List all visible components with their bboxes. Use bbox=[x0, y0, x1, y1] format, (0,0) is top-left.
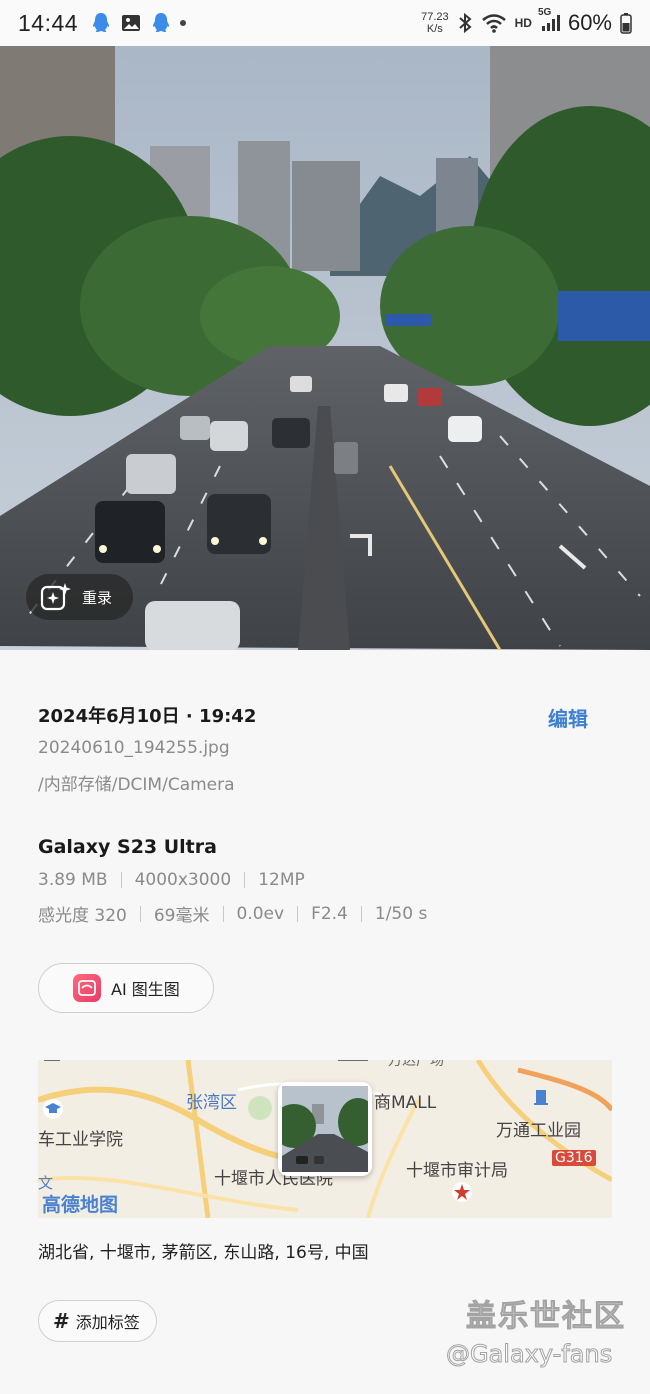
speed-value: 77.23 bbox=[421, 11, 449, 23]
government-star-icon bbox=[452, 1182, 472, 1202]
divider bbox=[139, 905, 141, 922]
map-provider-logo: 高德地图 bbox=[42, 1194, 119, 1216]
aperture: F2.4 bbox=[311, 903, 348, 924]
divider bbox=[222, 905, 224, 922]
photo-location-pin[interactable] bbox=[272, 1082, 378, 1176]
location-thumbnail-image bbox=[272, 1086, 378, 1172]
file-specs-row: 3.89 MB 4000x3000 12MP bbox=[38, 870, 305, 890]
megapixels: 12MP bbox=[258, 870, 305, 890]
status-right: 77.23 K/s HD 5G 60% bbox=[421, 7, 632, 36]
college-icon bbox=[43, 1099, 63, 1119]
add-tag-label: 添加标签 bbox=[75, 1313, 140, 1332]
location-address: 湖北省, 十堰市, 茅箭区, 东山路, 16号, 中国 bbox=[38, 1243, 369, 1263]
more-notifications-dot bbox=[180, 20, 187, 26]
hashtag-icon: # bbox=[53, 1309, 70, 1333]
map-label-wen: 文 bbox=[38, 1174, 54, 1192]
sparkle-remaster-icon bbox=[40, 583, 71, 611]
exposure-value: 0.0ev bbox=[236, 903, 285, 924]
details-panel: 2024年6月10日 · 19:42 编辑 20240610_194255.jp… bbox=[0, 650, 650, 1394]
hd-indicator: HD bbox=[514, 16, 532, 30]
route-shield-g316: G316 bbox=[552, 1150, 596, 1166]
map-label-college: 车工业学院 bbox=[38, 1130, 123, 1150]
map-label-mall: 商MALL bbox=[374, 1093, 437, 1113]
battery-percent: 60% bbox=[567, 10, 612, 35]
watermark-handle: @Galaxy-fans bbox=[445, 1340, 613, 1369]
exposure-specs-row: 感光度 320 69毫米 0.0ev F2.4 1/50 s bbox=[38, 901, 428, 927]
battery-icon bbox=[620, 13, 632, 34]
ai-generate-icon bbox=[73, 974, 101, 1002]
add-tag-button[interactable]: # 添加标签 bbox=[38, 1300, 157, 1342]
shutter-speed: 1/50 s bbox=[374, 903, 428, 924]
file-name: 20240610_194255.jpg bbox=[38, 738, 230, 758]
status-bar: 14:44 77.23 K/s HD 5G 60% bbox=[0, 0, 650, 46]
notification-icons bbox=[90, 11, 187, 35]
gallery-details-screen: 14:44 77.23 K/s HD 5G 60% 重录 2024年6月10日 … bbox=[0, 0, 650, 1394]
iso-value: 感光度 320 bbox=[38, 906, 127, 926]
file-path: /内部存储/DCIM/Camera bbox=[38, 775, 235, 795]
divider bbox=[297, 905, 299, 922]
bluetooth-icon bbox=[458, 12, 472, 34]
map-label-audit: 十堰市审计局 bbox=[406, 1161, 508, 1181]
device-name: Galaxy S23 Ultra bbox=[38, 836, 217, 858]
speed-unit: K/s bbox=[426, 23, 443, 35]
signal-indicator: 5G bbox=[538, 7, 560, 33]
resolution: 4000x3000 bbox=[134, 870, 232, 890]
divider bbox=[120, 872, 122, 888]
remaster-button[interactable]: 重录 bbox=[26, 574, 133, 620]
building-icon bbox=[534, 1090, 548, 1105]
network-speed: 77.23 K/s bbox=[421, 11, 449, 35]
divider bbox=[360, 905, 362, 922]
watermark-community: 盖乐世社区 bbox=[466, 1299, 626, 1335]
location-map[interactable]: 张湾区 商MALL 万通工业园 车工业学院 十堰市人民医院 十堰市审计局 G31… bbox=[38, 1060, 612, 1218]
street-photo-image bbox=[0, 46, 650, 650]
wifi-icon bbox=[481, 14, 506, 33]
map-label-wantong: 万通工业园 bbox=[496, 1121, 581, 1141]
qq-icon-2 bbox=[153, 13, 170, 32]
edit-button[interactable]: 编辑 bbox=[548, 703, 588, 732]
map-label-zhangwan: 张湾区 bbox=[186, 1093, 237, 1113]
file-size: 3.89 MB bbox=[38, 870, 108, 890]
network-type: 5G bbox=[537, 7, 552, 18]
photo-preview[interactable]: 重录 bbox=[0, 46, 650, 650]
ai-image-generate-button[interactable]: AI 图生图 bbox=[38, 963, 214, 1013]
status-time: 14:44 bbox=[18, 9, 79, 36]
divider bbox=[244, 872, 246, 888]
capture-date: 2024年6月10日 · 19:42 bbox=[38, 706, 257, 727]
map-label-top: 万达广场 bbox=[388, 1060, 444, 1069]
focal-length: 69毫米 bbox=[153, 906, 210, 926]
ai-button-label: AI 图生图 bbox=[111, 980, 180, 999]
remaster-label: 重录 bbox=[82, 588, 113, 607]
qq-icon bbox=[93, 13, 110, 32]
image-icon bbox=[122, 15, 141, 31]
